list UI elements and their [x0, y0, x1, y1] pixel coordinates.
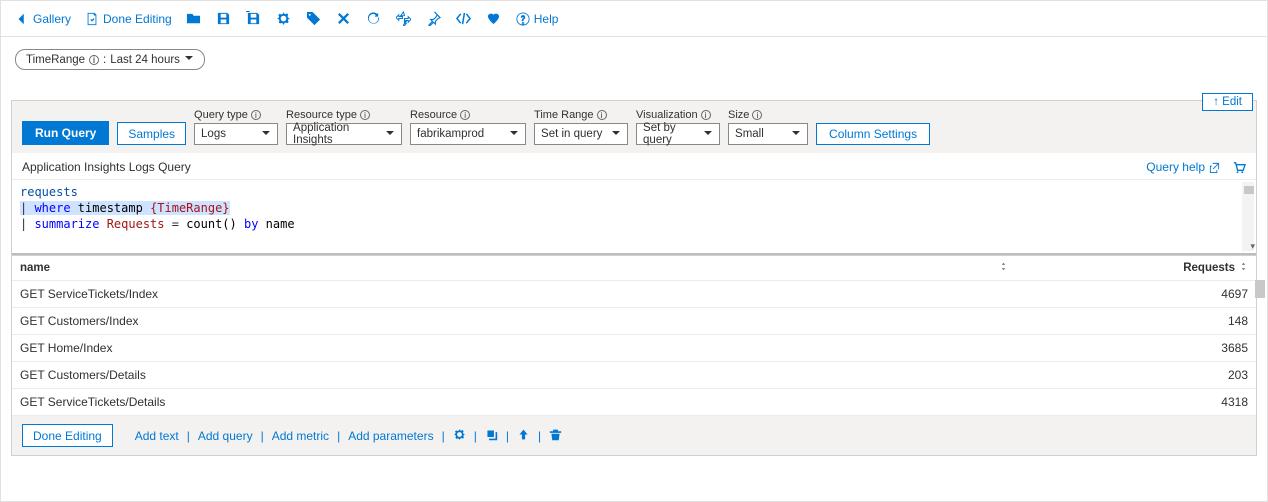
- refresh-icon[interactable]: [366, 11, 382, 27]
- add-parameters-link[interactable]: Add parameters: [348, 429, 433, 443]
- timerange-parameter-pill[interactable]: TimeRange i : Last 24 hours: [15, 49, 205, 70]
- edit-button[interactable]: ↑ Edit: [1202, 93, 1253, 111]
- resource-type-select[interactable]: Application Insights: [286, 123, 402, 145]
- open-icon[interactable]: [186, 11, 202, 27]
- tag-icon[interactable]: [306, 11, 322, 27]
- chevron-down-icon: [703, 128, 713, 141]
- top-toolbar: Gallery Done Editing Help: [1, 1, 1267, 37]
- sort-icon: [1239, 262, 1248, 274]
- add-query-link[interactable]: Add query: [198, 429, 253, 443]
- run-query-button[interactable]: Run Query: [22, 121, 109, 145]
- size-label: Size: [728, 109, 749, 121]
- size-select[interactable]: Small: [728, 123, 808, 145]
- clone-icon[interactable]: [485, 428, 498, 444]
- resource-field: Resourcei fabrikamprod: [410, 109, 526, 145]
- column-settings-wrap: Column Settings: [816, 109, 930, 145]
- info-icon: i: [89, 55, 99, 65]
- query-toolbar: Run Query Samples Query typei Logs Resou…: [12, 101, 1256, 153]
- visualization-field: Visualizationi Set by query: [636, 109, 720, 145]
- query-panel: Run Query Samples Query typei Logs Resou…: [11, 100, 1257, 256]
- col-requests-header[interactable]: Requests: [1016, 256, 1256, 280]
- timerange-field: Time Rangei Set in query: [534, 109, 628, 145]
- query-type-label: Query type: [194, 109, 248, 121]
- shopping-icon[interactable]: [1230, 159, 1246, 175]
- pill-sep: :: [103, 54, 106, 66]
- parameters-row: TimeRange i : Last 24 hours: [1, 37, 1267, 100]
- query-subtitle-row: Application Insights Logs Query Query he…: [12, 153, 1256, 179]
- scrollbar-thumb[interactable]: [1255, 280, 1265, 298]
- col-name-header[interactable]: name: [12, 256, 1016, 280]
- chevron-down-icon: [184, 53, 194, 66]
- clear-icon[interactable]: [336, 11, 352, 27]
- arrow-left-icon: [15, 12, 29, 26]
- column-settings-button[interactable]: Column Settings: [816, 123, 930, 145]
- chevron-down-icon: [261, 128, 271, 141]
- code-icon[interactable]: [456, 11, 472, 27]
- settings-icon[interactable]: [276, 11, 292, 27]
- table-row[interactable]: GET Customers/Index148: [12, 308, 1256, 335]
- help-button[interactable]: Help: [516, 12, 559, 26]
- done-editing-top-button[interactable]: Done Editing: [85, 12, 172, 26]
- chevron-down-icon: [611, 128, 621, 141]
- move-up-icon[interactable]: [517, 428, 530, 444]
- info-icon: i: [251, 110, 261, 120]
- query-type-select[interactable]: Logs: [194, 123, 278, 145]
- query-type-field: Query typei Logs: [194, 109, 278, 145]
- info-icon: i: [752, 110, 762, 120]
- timerange-select[interactable]: Set in query: [534, 123, 628, 145]
- chevron-down-icon: ▾: [1250, 241, 1255, 252]
- done-editing-top-label: Done Editing: [103, 12, 172, 26]
- save-icon[interactable]: [216, 11, 232, 27]
- pill-name: TimeRange: [26, 54, 85, 66]
- info-icon: i: [460, 110, 470, 120]
- chevron-down-icon: [509, 128, 519, 141]
- table-row[interactable]: GET Home/Index3685: [12, 335, 1256, 362]
- done-editing-bottom-button[interactable]: Done Editing: [22, 424, 113, 447]
- info-icon: i: [597, 110, 607, 120]
- distribute-icon[interactable]: [396, 11, 412, 27]
- results-wrapper: name Requests GET ServiceTickets/Index46…: [1, 256, 1267, 416]
- sort-icon: [999, 262, 1008, 274]
- info-icon: i: [701, 110, 711, 120]
- heart-icon[interactable]: [486, 11, 502, 27]
- add-metric-link[interactable]: Add metric: [272, 429, 329, 443]
- table-row[interactable]: GET Customers/Details203: [12, 362, 1256, 389]
- query-editor[interactable]: requests | where timestamp {TimeRange} |…: [12, 179, 1256, 255]
- workbook-editor-frame: Gallery Done Editing Help TimeRange i : …: [0, 0, 1268, 502]
- resource-type-label: Resource type: [286, 109, 357, 121]
- visualization-select[interactable]: Set by query: [636, 123, 720, 145]
- samples-button[interactable]: Samples: [117, 122, 186, 145]
- resource-label: Resource: [410, 109, 457, 121]
- footer-toolbar: Done Editing Add text | Add query | Add …: [11, 416, 1257, 456]
- pill-value: Last 24 hours: [110, 54, 180, 66]
- table-row[interactable]: GET ServiceTickets/Index4697: [12, 281, 1256, 308]
- scrollbar-thumb[interactable]: [1244, 186, 1254, 194]
- document-check-icon: [85, 12, 99, 26]
- external-link-icon: [1209, 162, 1220, 173]
- add-text-link[interactable]: Add text: [135, 429, 179, 443]
- table-header: name Requests: [12, 256, 1256, 281]
- pin-icon[interactable]: [426, 11, 442, 27]
- delete-icon[interactable]: [549, 428, 562, 444]
- size-field: Sizei Small: [728, 109, 808, 145]
- results-scrollbar[interactable]: [1253, 280, 1265, 416]
- save-as-icon[interactable]: [246, 11, 262, 27]
- visualization-label: Visualization: [636, 109, 698, 121]
- timerange-label: Time Range: [534, 109, 594, 121]
- help-label: Help: [534, 12, 559, 26]
- chevron-down-icon: [791, 128, 801, 141]
- query-subtitle: Application Insights Logs Query: [22, 160, 191, 174]
- resource-select[interactable]: fabrikamprod: [410, 123, 526, 145]
- advanced-settings-icon[interactable]: [453, 428, 466, 444]
- resource-type-field: Resource typei Application Insights: [286, 109, 402, 145]
- table-row[interactable]: GET ServiceTickets/Details4318: [12, 389, 1256, 416]
- gallery-button[interactable]: Gallery: [15, 12, 71, 26]
- results-table: name Requests GET ServiceTickets/Index46…: [11, 256, 1257, 416]
- query-help-link[interactable]: Query help: [1146, 160, 1220, 174]
- code-token: requests: [20, 185, 78, 199]
- chevron-down-icon: [385, 128, 395, 141]
- info-icon: i: [360, 110, 370, 120]
- help-icon: [516, 12, 530, 26]
- gallery-label: Gallery: [33, 12, 71, 26]
